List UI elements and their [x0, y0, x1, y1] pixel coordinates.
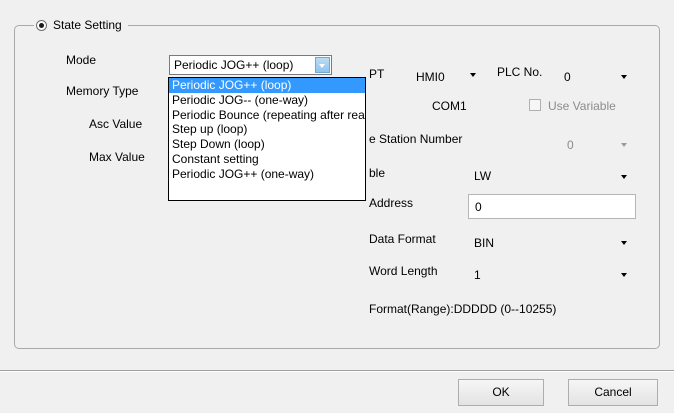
word-length-value: 1	[474, 268, 481, 282]
word-length-label: Word Length	[369, 264, 438, 278]
mode-option[interactable]: Step Down (loop)	[169, 137, 365, 152]
pt-label: PT	[369, 67, 385, 81]
memory-type-label: Memory Type	[66, 84, 139, 98]
word-length-select[interactable]: 1	[468, 264, 636, 285]
mode-dropdown-button[interactable]	[315, 57, 330, 73]
state-setting-legend[interactable]: State Setting	[34, 16, 128, 34]
station-number-label: e Station Number	[369, 132, 463, 146]
station-chevron-down-icon[interactable]	[621, 143, 627, 147]
state-setting-title: State Setting	[53, 18, 122, 32]
data-format-chevron-down-icon[interactable]	[621, 241, 627, 245]
plc-no-value: 0	[564, 70, 571, 84]
cancel-button[interactable]: Cancel	[568, 379, 658, 406]
address-input[interactable]: 0	[468, 194, 636, 219]
mode-label: Mode	[66, 53, 97, 67]
mode-option[interactable]: Periodic JOG-- (one-way)	[169, 93, 365, 108]
mode-dropdown-list[interactable]: Periodic JOG++ (loop) Periodic JOG-- (on…	[168, 77, 366, 201]
plc-no-label: PLC No.	[497, 65, 543, 79]
com-port-label: COM1	[432, 99, 467, 113]
mode-option[interactable]: Constant setting	[169, 152, 365, 167]
plc-no-chevron-down-icon[interactable]	[621, 75, 627, 79]
asc-value-label: Asc Value	[89, 117, 143, 131]
data-format-label: Data Format	[369, 232, 436, 246]
state-setting-radio[interactable]	[36, 19, 47, 31]
mode-select-value: Periodic JOG++ (loop)	[174, 58, 294, 72]
variable-chevron-down-icon[interactable]	[621, 175, 627, 179]
chevron-down-icon	[319, 64, 325, 68]
max-value-label: Max Value	[89, 150, 145, 164]
data-format-select[interactable]: BIN	[468, 232, 636, 253]
use-variable-label: Use Variable	[548, 99, 616, 113]
pt-select-value: HMI0	[416, 70, 445, 84]
station-number-value: 0	[567, 138, 574, 152]
mode-option[interactable]: Step up (loop)	[169, 122, 365, 137]
address-label: Address	[369, 196, 414, 210]
variable-select[interactable]: LW	[468, 165, 636, 186]
address-value: 0	[475, 200, 482, 214]
format-range-text: Format(Range):DDDDD (0--10255)	[369, 302, 557, 316]
mode-select[interactable]: Periodic JOG++ (loop)	[169, 55, 332, 75]
mode-option[interactable]: Periodic JOG++ (loop)	[169, 78, 365, 93]
variable-value: LW	[474, 169, 492, 183]
pt-select[interactable]: HMI0	[410, 66, 466, 87]
data-format-value: BIN	[474, 236, 495, 250]
word-length-chevron-down-icon[interactable]	[621, 273, 627, 277]
ok-button[interactable]: OK	[458, 379, 544, 406]
pt-chevron-down-icon[interactable]	[470, 73, 476, 77]
bottom-separator-highlight	[0, 371, 674, 372]
mode-option[interactable]: Periodic JOG++ (one-way)	[169, 167, 365, 182]
variable-label: ble	[369, 166, 386, 180]
mode-option[interactable]: Periodic Bounce (repeating after reachin…	[169, 108, 365, 123]
use-variable-checkbox[interactable]	[529, 99, 541, 111]
